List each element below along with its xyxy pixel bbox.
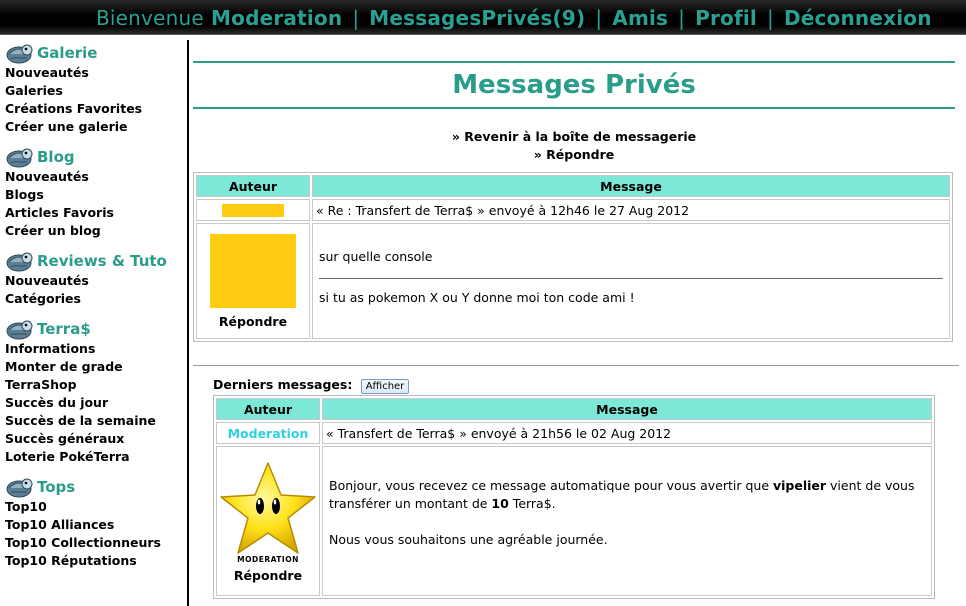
sidebar-section-title: Blog <box>37 148 75 166</box>
message-paragraph: sur quelle console <box>319 249 433 264</box>
message-header: Message <box>312 175 950 197</box>
author-name-cell <box>196 199 310 221</box>
message-paragraph: Bonjour, vous recevez ce message automat… <box>329 477 925 513</box>
friends-link[interactable]: Amis <box>612 6 668 30</box>
sidebar-item[interactable]: Galeries <box>5 82 188 100</box>
sidebar-section-header: Tops <box>5 476 188 498</box>
sidebar-item[interactable]: Top10 Réputations <box>5 552 188 570</box>
author-name-cell: Moderation <box>216 422 320 444</box>
author-name-redacted <box>222 203 284 217</box>
sidebar-item[interactable]: Succès du jour <box>5 394 188 412</box>
author-avatar-cell: MODERATION Répondre <box>216 446 320 596</box>
sidebar-item[interactable]: Nouveautés <box>5 272 188 290</box>
sidebar-item[interactable]: Nouveautés <box>5 168 188 186</box>
message-divider <box>319 278 943 279</box>
sidebar-item[interactable]: Articles Favoris <box>5 204 188 222</box>
title-top-rule <box>193 61 955 63</box>
author-header: Auteur <box>196 175 310 197</box>
pokeball-shell-icon <box>6 252 33 272</box>
avatar <box>210 233 296 308</box>
reply-button[interactable]: Répondre <box>218 568 318 583</box>
message-nav-links: » Revenir à la boîte de messagerie » Rép… <box>193 128 955 164</box>
sidebar-item[interactable]: TerraShop <box>5 376 188 394</box>
message-header: Message <box>322 398 932 420</box>
sidebar-item[interactable]: Créer un blog <box>5 222 188 240</box>
logout-link[interactable]: Déconnexion <box>784 6 932 30</box>
author-header: Auteur <box>216 398 320 420</box>
sidebar-section: Tops Top10 Top10 Alliances Top10 Collection… <box>5 476 188 570</box>
last-messages-label: Derniers messages: Afficher <box>213 377 410 394</box>
message-table: Auteur Message « Re : Transfert de Terra… <box>193 172 953 342</box>
sidebar-item[interactable]: Top10 Collectionneurs <box>5 534 188 552</box>
nav-separator: | <box>678 6 686 30</box>
sidebar-item[interactable]: Nouveautés <box>5 64 188 82</box>
sidebar-item[interactable]: Loterie PokéTerra <box>5 448 188 466</box>
last-messages-table: Auteur Message Moderation « Transfert de… <box>213 395 935 599</box>
message-paragraph: si tu as pokemon X ou Y donne moi ton co… <box>319 290 635 305</box>
sidebar-item[interactable]: Succès généraux <box>5 430 188 448</box>
body-text: Bonjour, vous recevez ce message automat… <box>329 478 773 493</box>
last-messages-title: Derniers messages: <box>213 377 353 392</box>
back-to-inbox-link[interactable]: » Revenir à la boîte de messagerie <box>193 128 955 146</box>
sender-username: vipelier <box>772 478 827 493</box>
section-divider <box>193 365 959 366</box>
sidebar-item[interactable]: Succès de la semaine <box>5 412 188 430</box>
body-text: Terra$. <box>508 496 556 511</box>
private-messages-link[interactable]: MessagesPrivés(9) <box>369 6 585 30</box>
sidebar-section-title: Reviews & Tuto <box>37 252 167 270</box>
sidebar-section-header: Galerie <box>5 42 188 64</box>
sidebar-item[interactable]: Informations <box>5 340 188 358</box>
sidebar-section: Blog Nouveautés Blogs Articles Favoris Créer… <box>5 146 188 240</box>
sidebar-item[interactable]: Top10 Alliances <box>5 516 188 534</box>
sidebar-item[interactable]: Créer une galerie <box>5 118 188 136</box>
sidebar-item[interactable]: Top10 <box>5 498 188 516</box>
sidebar: Galerie Nouveautés Galeries Créations Favor… <box>0 42 188 606</box>
pokeball-shell-icon <box>6 44 33 64</box>
reply-link[interactable]: » Répondre <box>193 146 955 164</box>
profile-link[interactable]: Profil <box>695 6 757 30</box>
sidebar-item[interactable]: Créations Favorites <box>5 100 188 118</box>
sidebar-section: Galerie Nouveautés Galeries Créations Favor… <box>5 42 188 136</box>
message-subject: « Transfert de Terra$ » envoyé à 21h56 l… <box>322 422 932 444</box>
title-bottom-rule <box>193 107 955 109</box>
sidebar-section-header: Reviews & Tuto <box>5 250 188 272</box>
page-title: Messages Privés <box>452 70 696 100</box>
pokeball-shell-icon <box>6 148 33 168</box>
sidebar-section-title: Tops <box>37 478 76 496</box>
message-subject: « Re : Transfert de Terra$ » envoyé à 12… <box>312 199 950 221</box>
nav-separator: | <box>595 6 603 30</box>
amount-value: 10 <box>491 496 509 511</box>
nav-separator: | <box>766 6 774 30</box>
sidebar-section-title: Terra$ <box>37 320 91 338</box>
sidebar-item[interactable]: Blogs <box>5 186 188 204</box>
sidebar-section: Reviews & Tuto Nouveautés Catégories <box>5 250 188 308</box>
message-paragraph: Nous vous souhaitons une agréable journé… <box>329 532 608 547</box>
sidebar-section-title: Galerie <box>37 44 98 62</box>
pokeball-shell-icon <box>6 320 33 340</box>
sidebar-section-header: Blog <box>5 146 188 168</box>
main-content: Messages Privés » Revenir à la boîte de … <box>193 40 959 599</box>
sidebar-item[interactable]: Catégories <box>5 290 188 308</box>
username-link[interactable]: Moderation <box>211 6 342 30</box>
author-name-link[interactable]: Moderation <box>228 426 309 441</box>
moderation-avatar: MODERATION <box>218 460 318 564</box>
welcome-text: Bienvenue <box>96 6 204 30</box>
author-avatar-cell: Répondre <box>196 223 310 339</box>
nav-separator: | <box>352 6 360 30</box>
pokeball-shell-icon <box>6 478 33 498</box>
show-button[interactable]: Afficher <box>360 379 410 394</box>
sidebar-section-header: Terra$ <box>5 318 188 340</box>
reply-button[interactable]: Répondre <box>198 314 308 329</box>
message-body: Bonjour, vous recevez ce message automat… <box>322 446 932 596</box>
top-navigation-bar: Bienvenue Moderation | MessagesPrivés(9)… <box>0 0 966 35</box>
avatar-caption: MODERATION <box>237 554 299 564</box>
message-body: sur quelle console si tu as pokemon X ou… <box>312 223 950 339</box>
sidebar-section: Terra$ Informations Monter de grade TerraSh… <box>5 318 188 466</box>
star-icon <box>220 461 316 554</box>
sidebar-item[interactable]: Monter de grade <box>5 358 188 376</box>
